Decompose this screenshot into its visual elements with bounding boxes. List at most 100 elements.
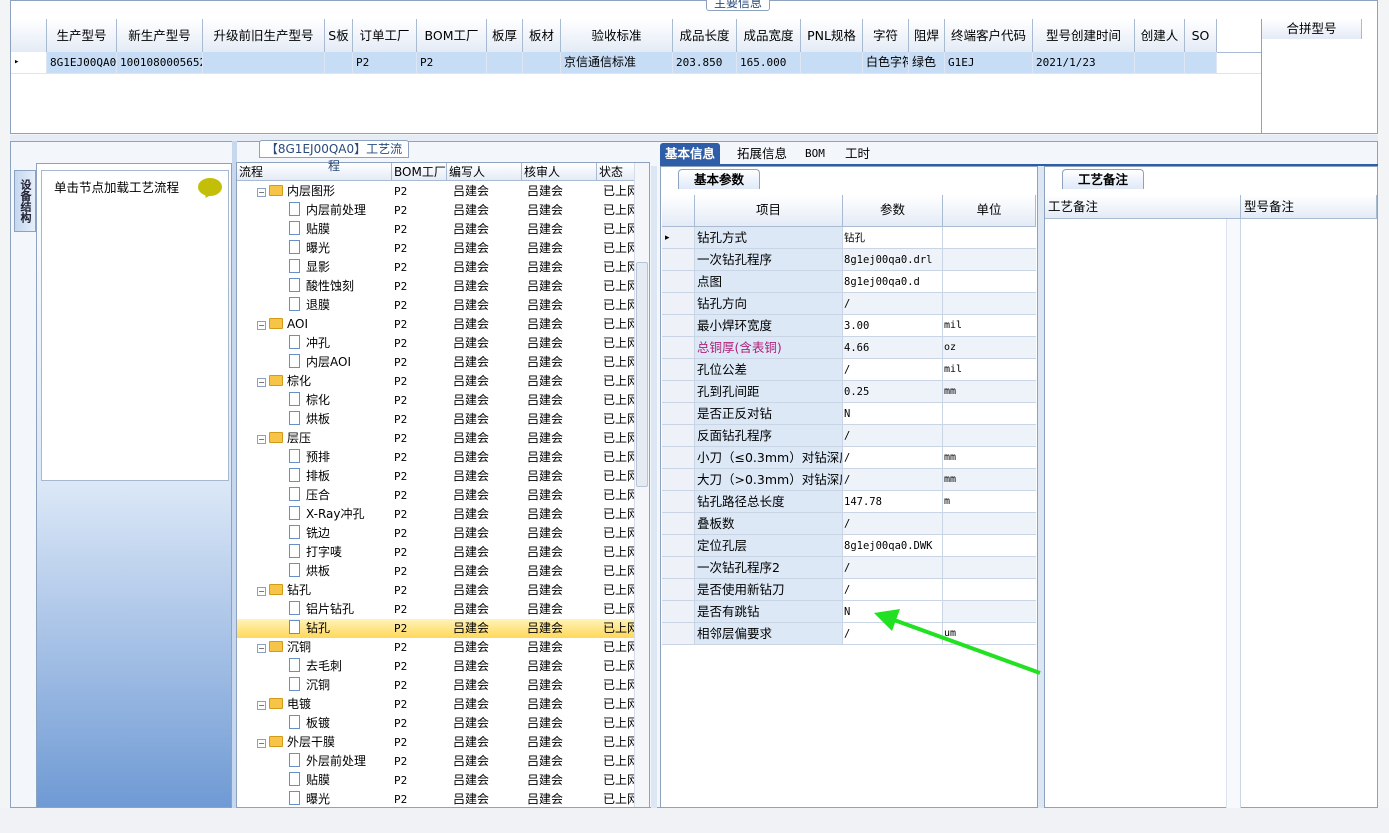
tree-row[interactable]: 预排 P2 吕建会 吕建会 已上网 xyxy=(237,448,637,467)
param-row[interactable]: 叠板数 / xyxy=(662,513,1036,535)
tree-row[interactable]: 内层前处理 P2 吕建会 吕建会 已上网 xyxy=(237,201,637,220)
param-row[interactable]: 反面钻孔程序 / xyxy=(662,425,1036,447)
tab-process-remarks[interactable]: 工艺备注 xyxy=(1062,169,1144,189)
tree-row[interactable]: 去毛刺 P2 吕建会 吕建会 已上网 xyxy=(237,657,637,676)
tree-col-header[interactable]: 流程 xyxy=(237,163,392,181)
col-header[interactable]: 生产型号 xyxy=(47,19,117,52)
col-unit[interactable]: 单位 xyxy=(943,195,1036,227)
grid-cell[interactable] xyxy=(1185,52,1217,73)
tree-row[interactable]: 退膜 P2 吕建会 吕建会 已上网 xyxy=(237,296,637,315)
param-row[interactable]: 钻孔方向 / xyxy=(662,293,1036,315)
param-value[interactable]: N xyxy=(843,403,943,425)
param-unit[interactable]: m xyxy=(943,491,1036,513)
tree-row[interactable]: 沉铜 P2 吕建会 吕建会 已上网 xyxy=(237,676,637,695)
grid-cell[interactable]: G1EJ xyxy=(945,52,1033,73)
grid-cell[interactable]: 203.850 xyxy=(673,52,737,73)
collapse-icon[interactable]: − xyxy=(257,435,266,444)
tree-row[interactable]: 打字唛 P2 吕建会 吕建会 已上网 xyxy=(237,543,637,562)
col-header[interactable]: 验收标准 xyxy=(561,19,673,52)
param-row-indicator[interactable] xyxy=(662,513,695,535)
tree-row[interactable]: 曝光 P2 吕建会 吕建会 已上网 xyxy=(237,239,637,258)
param-row-indicator[interactable] xyxy=(662,557,695,579)
param-row[interactable]: 点图 8g1ej00qa0.d xyxy=(662,271,1036,293)
grid-cell[interactable]: 白色字符 xyxy=(863,52,909,73)
param-row-indicator[interactable] xyxy=(662,623,695,645)
tree-row[interactable]: 排板 P2 吕建会 吕建会 已上网 xyxy=(237,467,637,486)
param-unit[interactable] xyxy=(943,227,1036,249)
param-row[interactable]: 孔到孔间距 0.25 mm xyxy=(662,381,1036,403)
param-row-indicator[interactable] xyxy=(662,425,695,447)
grid-cell[interactable]: 京信通信标准 xyxy=(561,52,673,73)
param-row[interactable]: 钻孔路径总长度 147.78 m xyxy=(662,491,1036,513)
param-row-indicator[interactable]: ▸ xyxy=(662,227,695,249)
param-row-indicator[interactable] xyxy=(662,381,695,403)
param-unit[interactable] xyxy=(943,535,1036,557)
tab-bom[interactable]: BOM xyxy=(800,143,830,164)
tree-row[interactable]: 铝片钻孔 P2 吕建会 吕建会 已上网 xyxy=(237,600,637,619)
tree-row[interactable]: 铣边 P2 吕建会 吕建会 已上网 xyxy=(237,524,637,543)
col-header[interactable]: 板材 xyxy=(523,19,561,52)
grid-cell[interactable] xyxy=(203,52,325,73)
tree-row[interactable]: 显影 P2 吕建会 吕建会 已上网 xyxy=(237,258,637,277)
tree-row[interactable]: 棕化 P2 吕建会 吕建会 已上网 xyxy=(237,391,637,410)
grid-cell[interactable] xyxy=(801,52,863,73)
col-item[interactable]: 项目 xyxy=(695,195,843,227)
col-param[interactable]: 参数 xyxy=(843,195,943,227)
panel-splitter[interactable] xyxy=(651,166,657,808)
tree-row[interactable]: − 电镀 P2 吕建会 吕建会 已上网 xyxy=(237,695,637,714)
grid-cell[interactable] xyxy=(523,52,561,73)
tab-equipment-structure[interactable]: 设备结构 xyxy=(14,170,36,232)
param-unit[interactable] xyxy=(943,557,1036,579)
collapse-icon[interactable]: − xyxy=(257,378,266,387)
param-row-indicator[interactable] xyxy=(662,293,695,315)
collapse-icon[interactable]: − xyxy=(257,321,266,330)
param-value[interactable]: 钻孔 xyxy=(843,227,943,249)
col-header[interactable]: S板 xyxy=(325,19,353,52)
tree-row[interactable]: − 沉铜 P2 吕建会 吕建会 已上网 xyxy=(237,638,637,657)
param-unit[interactable] xyxy=(943,425,1036,447)
grid-cell[interactable] xyxy=(325,52,353,73)
param-unit[interactable]: mil xyxy=(943,359,1036,381)
tree-row[interactable]: − 棕化 P2 吕建会 吕建会 已上网 xyxy=(237,372,637,391)
col-header[interactable]: 型号创建时间 xyxy=(1033,19,1135,52)
param-value[interactable]: 8g1ej00qa0.drl xyxy=(843,249,943,271)
tree-row[interactable]: 钻孔 P2 吕建会 吕建会 已上网 xyxy=(237,619,637,638)
param-row-indicator[interactable] xyxy=(662,271,695,293)
tab-basic-params[interactable]: 基本参数 xyxy=(678,169,760,189)
col-header[interactable]: 订单工厂 xyxy=(353,19,417,52)
param-value[interactable]: 0.25 xyxy=(843,381,943,403)
param-row-indicator[interactable] xyxy=(662,359,695,381)
param-unit[interactable] xyxy=(943,513,1036,535)
param-unit[interactable] xyxy=(943,271,1036,293)
tree-row[interactable]: − 层压 P2 吕建会 吕建会 已上网 xyxy=(237,429,637,448)
tree-row[interactable]: 烘板 P2 吕建会 吕建会 已上网 xyxy=(237,562,637,581)
param-value[interactable]: / xyxy=(843,425,943,447)
row-indicator[interactable]: ▸ xyxy=(11,52,47,73)
param-value[interactable]: / xyxy=(843,469,943,491)
tree-col-header[interactable]: 核审人 xyxy=(522,163,597,181)
tree-row[interactable]: 内层AOI P2 吕建会 吕建会 已上网 xyxy=(237,353,637,372)
param-unit[interactable] xyxy=(943,249,1036,271)
param-value[interactable]: / xyxy=(843,557,943,579)
grid-cell[interactable]: P2 xyxy=(417,52,487,73)
col-process-remark[interactable]: 工艺备注 xyxy=(1045,195,1241,219)
param-row-indicator[interactable] xyxy=(662,601,695,623)
grid-cell[interactable]: 2021/1/23 xyxy=(1033,52,1135,73)
param-row-indicator[interactable] xyxy=(662,249,695,271)
param-row[interactable]: 定位孔层 8g1ej00qa0.DWK xyxy=(662,535,1036,557)
col-header[interactable]: 成品长度 xyxy=(673,19,737,52)
param-row[interactable]: ▸ 钻孔方式 钻孔 xyxy=(662,227,1036,249)
tab-work-hours[interactable]: 工时 xyxy=(840,143,875,164)
param-value[interactable]: 8g1ej00qa0.d xyxy=(843,271,943,293)
tree-row[interactable]: 贴膜 P2 吕建会 吕建会 已上网 xyxy=(237,220,637,239)
param-unit[interactable]: mm xyxy=(943,381,1036,403)
param-value[interactable]: / xyxy=(843,513,943,535)
param-row[interactable]: 总铜厚(含表铜) 4.66 oz xyxy=(662,337,1036,359)
tab-extended-info[interactable]: 拓展信息 xyxy=(732,143,792,164)
col-header[interactable]: 板厚 xyxy=(487,19,523,52)
param-value[interactable]: 147.78 xyxy=(843,491,943,513)
col-header[interactable]: 创建人 xyxy=(1135,19,1185,52)
param-row-indicator[interactable] xyxy=(662,337,695,359)
param-row-indicator[interactable] xyxy=(662,315,695,337)
tree-col-header[interactable]: BOM工厂 xyxy=(392,163,447,181)
